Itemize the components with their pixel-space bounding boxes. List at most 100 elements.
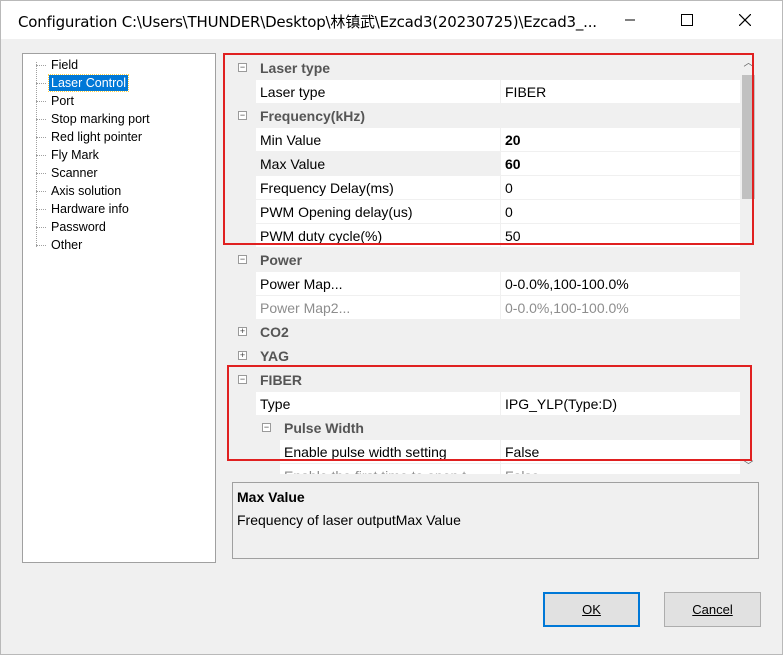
category-label: CO2: [260, 324, 289, 340]
property-name[interactable]: Max Value: [256, 152, 500, 176]
tree-item-label: Fly Mark: [51, 148, 99, 162]
tree-item-label: Other: [51, 238, 83, 252]
collapse-icon[interactable]: −: [238, 111, 247, 120]
tree-connector: [36, 172, 46, 174]
tree-item-axis-solution[interactable]: Axis solution: [31, 182, 123, 200]
tree-item-label: Port: [51, 94, 74, 108]
collapse-icon[interactable]: −: [262, 423, 271, 432]
tree-item-label: Hardware info: [51, 202, 129, 216]
tree-item-label: Laser Control: [47, 74, 130, 92]
collapse-icon[interactable]: −: [238, 375, 247, 384]
tree-item-hardware-info[interactable]: Hardware info: [31, 200, 131, 218]
tree-connector: [36, 208, 46, 210]
category-power[interactable]: − Power: [232, 248, 741, 272]
property-name[interactable]: Min Value: [256, 128, 500, 152]
description-panel: Max Value Frequency of laser outputMax V…: [232, 482, 759, 559]
category-frequency-khz-[interactable]: − Frequency(kHz): [232, 104, 741, 128]
category-co2[interactable]: + CO2: [232, 320, 741, 344]
tree-item-label: Stop marking port: [51, 112, 150, 126]
ok-button[interactable]: OK: [543, 592, 640, 627]
row-gutter: [232, 80, 256, 104]
scrollbar-thumb[interactable]: [742, 75, 755, 199]
property-name[interactable]: Power Map...: [256, 272, 500, 296]
property-grid[interactable]: − Laser type Laser type FIBER − Frequency(kHz…: [231, 55, 758, 475]
property-value[interactable]: 0-0.0%,100-100.0%: [500, 272, 741, 296]
tree-item-laser-control[interactable]: Laser Control: [31, 74, 130, 92]
tree-item-scanner[interactable]: Scanner: [31, 164, 100, 182]
property-grid-scrollbar[interactable]: ︿ ﹀: [740, 55, 757, 475]
tree-item-label: Field: [51, 58, 79, 72]
expand-icon[interactable]: +: [238, 351, 247, 360]
property-name[interactable]: Enable the first time to open t: [280, 464, 500, 474]
scroll-up-icon[interactable]: ︿: [740, 55, 757, 72]
property-name[interactable]: Frequency Delay(ms): [256, 176, 500, 200]
category-pulse-width[interactable]: − Pulse Width: [232, 416, 741, 440]
property-row[interactable]: Min Value 20: [232, 128, 741, 152]
tree-connector: [36, 190, 46, 192]
property-value[interactable]: 60: [500, 152, 741, 176]
collapse-icon[interactable]: −: [238, 255, 247, 264]
maximize-button[interactable]: [658, 1, 716, 39]
tree-item-stop-marking-port[interactable]: Stop marking port: [31, 110, 152, 128]
property-row[interactable]: Enable the first time to open tFalse: [232, 464, 741, 474]
row-gutter: [232, 440, 280, 464]
property-row[interactable]: Type IPG_YLP(Type:D): [232, 392, 741, 416]
configuration-dialog: Configuration C:\Users\THUNDER\Desktop\林…: [0, 0, 783, 655]
property-value[interactable]: 0: [500, 200, 741, 224]
property-name[interactable]: PWM Opening delay(us): [256, 200, 500, 224]
tree-item-password[interactable]: Password: [31, 218, 108, 236]
row-gutter: [232, 128, 256, 152]
close-button[interactable]: [716, 1, 774, 39]
property-value[interactable]: 0: [500, 176, 741, 200]
expand-icon[interactable]: +: [238, 327, 247, 336]
minimize-button[interactable]: [601, 1, 659, 39]
tree-item-label: Password: [51, 220, 106, 234]
property-value[interactable]: False: [500, 440, 741, 464]
property-row[interactable]: Power Map... 0-0.0%,100-100.0%: [232, 272, 741, 296]
property-row[interactable]: Power Map2... 0-0.0%,100-100.0%: [232, 296, 741, 320]
settings-tree[interactable]: Field Laser Control Port Stop marking port R…: [22, 53, 216, 563]
category-label: Frequency(kHz): [260, 108, 366, 124]
property-value[interactable]: False: [500, 464, 741, 474]
tree-item-label: Axis solution: [51, 184, 122, 198]
category-yag[interactable]: + YAG: [232, 344, 741, 368]
collapse-icon[interactable]: −: [238, 63, 247, 72]
property-row[interactable]: PWM duty cycle(%) 50: [232, 224, 741, 248]
tree-connector: [36, 64, 46, 66]
tree-item-port[interactable]: Port: [31, 92, 76, 110]
minimize-icon: [625, 19, 635, 21]
property-value[interactable]: 0-0.0%,100-100.0%: [500, 296, 741, 320]
row-gutter: [232, 176, 256, 200]
tree-connector: [36, 136, 46, 138]
category-laser-type[interactable]: − Laser type: [232, 56, 741, 80]
property-value[interactable]: 50: [500, 224, 741, 248]
category-fiber[interactable]: − FIBER: [232, 368, 741, 392]
description-text: Frequency of laser outputMax Value: [237, 512, 461, 528]
row-gutter: [232, 296, 256, 320]
category-label: Laser type: [260, 60, 331, 76]
property-value[interactable]: 20: [500, 128, 741, 152]
property-name[interactable]: Type: [256, 392, 500, 416]
property-name[interactable]: PWM duty cycle(%): [256, 224, 500, 248]
cancel-button[interactable]: Cancel: [664, 592, 761, 627]
property-row[interactable]: PWM Opening delay(us) 0: [232, 200, 741, 224]
property-row[interactable]: Enable pulse width setting False: [232, 440, 741, 464]
property-name[interactable]: Laser type: [256, 80, 500, 104]
property-name[interactable]: Enable pulse width setting: [280, 440, 500, 464]
property-value[interactable]: IPG_YLP(Type:D): [500, 392, 741, 416]
tree-item-field[interactable]: Field: [31, 56, 80, 74]
property-row[interactable]: Laser type FIBER: [232, 80, 741, 104]
property-value[interactable]: FIBER: [500, 80, 741, 104]
tree-item-fly-mark[interactable]: Fly Mark: [31, 146, 101, 164]
property-row[interactable]: Max Value 60: [232, 152, 741, 176]
scroll-down-icon[interactable]: ﹀: [740, 458, 757, 475]
category-label: Power: [260, 252, 303, 268]
tree-connector: [36, 82, 46, 84]
tree-connector: [36, 100, 46, 102]
property-row[interactable]: Frequency Delay(ms) 0: [232, 176, 741, 200]
tree-item-label: Scanner: [51, 166, 98, 180]
tree-connector: [36, 154, 46, 156]
tree-item-red-light-pointer[interactable]: Red light pointer: [31, 128, 144, 146]
property-name[interactable]: Power Map2...: [256, 296, 500, 320]
tree-item-other[interactable]: Other: [31, 236, 84, 254]
